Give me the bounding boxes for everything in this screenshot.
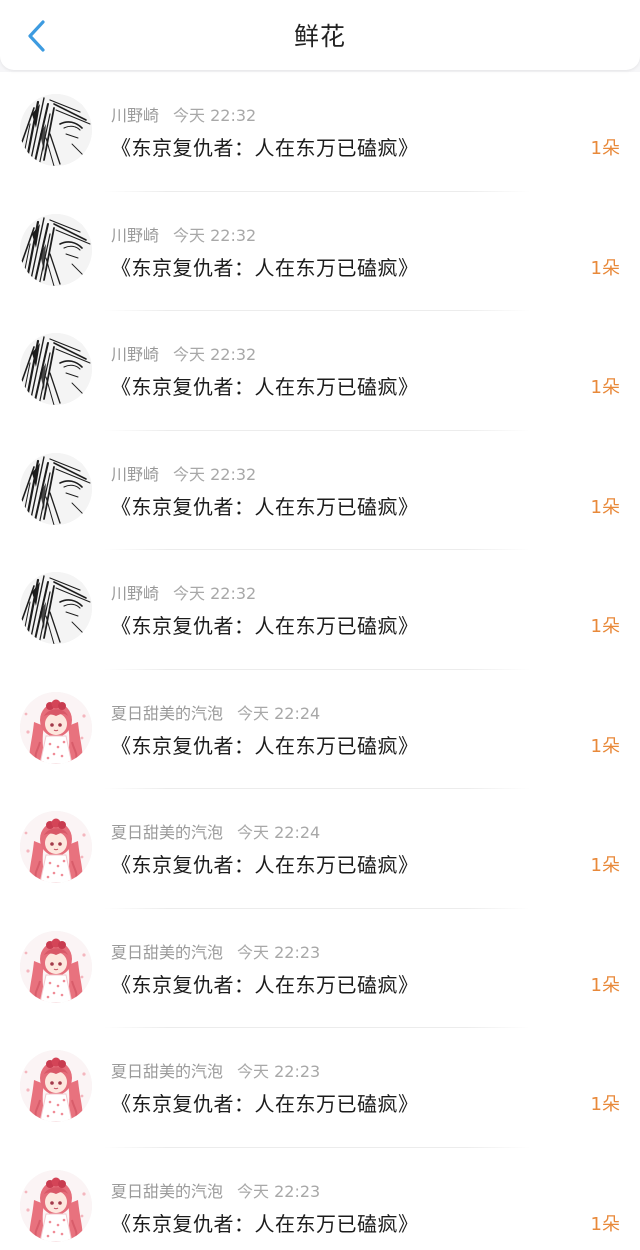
list-item[interactable]: 夏日甜美的汽泡 今天 22:23 《东京复仇者：人在东万已磕疯》 1朵: [0, 1148, 640, 1250]
username[interactable]: 夏日甜美的汽泡: [111, 1182, 223, 1201]
avatar[interactable]: [20, 213, 92, 286]
book-title[interactable]: 《东京复仇者：人在东万已磕疯》: [111, 1088, 419, 1117]
book-title[interactable]: 《东京复仇者：人在东万已磕疯》: [111, 1208, 419, 1237]
book-title[interactable]: 《东京复仇者：人在东万已磕疯》: [111, 849, 419, 878]
username[interactable]: 夏日甜美的汽泡: [111, 943, 223, 962]
list-item[interactable]: 川野崎 今天 22:32 《东京复仇者：人在东万已磕疯》 1朵: [0, 550, 640, 670]
username[interactable]: 川野崎: [111, 106, 159, 125]
anime-girl-avatar-image: [20, 691, 92, 764]
book-title[interactable]: 《东京复仇者：人在东万已磕疯》: [111, 610, 419, 639]
avatar[interactable]: [20, 1050, 92, 1122]
flower-count: 1朵: [590, 257, 620, 279]
list-item[interactable]: 川野崎 今天 22:32 《东京复仇者：人在东万已磕疯》 1朵: [0, 72, 640, 192]
book-title[interactable]: 《东京复仇者：人在东万已磕疯》: [111, 730, 419, 759]
avatar[interactable]: [20, 811, 92, 883]
list-item[interactable]: 夏日甜美的汽泡 今天 22:23 《东京复仇者：人在东万已磕疯》 1朵: [0, 1028, 640, 1148]
back-button[interactable]: [14, 14, 58, 58]
list-item[interactable]: 夏日甜美的汽泡 今天 22:24 《东京复仇者：人在东万已磕疯》 1朵: [0, 670, 640, 789]
flower-count: 1朵: [590, 1213, 620, 1235]
list-item[interactable]: 夏日甜美的汽泡 今天 22:24 《东京复仇者：人在东万已磕疯》 1朵: [0, 789, 640, 909]
list-item[interactable]: 川野崎 今天 22:32 《东京复仇者：人在东万已磕疯》 1朵: [0, 311, 640, 431]
avatar[interactable]: [20, 1169, 92, 1242]
item-meta: 川野崎 今天 22:32: [111, 461, 256, 485]
sketch-avatar-image: [20, 94, 92, 166]
item-meta: 夏日甜美的汽泡 今天 22:24: [111, 819, 320, 843]
flower-count: 1朵: [590, 1094, 620, 1115]
sketch-avatar-image: [20, 213, 92, 286]
book-title[interactable]: 《东京复仇者：人在东万已磕疯》: [111, 371, 419, 400]
chevron-left-icon: [28, 20, 45, 52]
item-meta: 夏日甜美的汽泡 今天 22:23: [111, 939, 320, 963]
timestamp: 今天 22:32: [173, 584, 257, 603]
list-item[interactable]: 夏日甜美的汽泡 今天 22:23 《东京复仇者：人在东万已磕疯》 1朵: [0, 909, 640, 1028]
item-meta: 夏日甜美的汽泡 今天 22:23: [111, 1178, 320, 1202]
timestamp: 今天 22:23: [237, 942, 321, 962]
anime-girl-avatar-image: [20, 930, 92, 1003]
username[interactable]: 川野崎: [111, 465, 159, 484]
item-meta: 夏日甜美的汽泡 今天 22:23: [111, 1058, 320, 1082]
book-title[interactable]: 《东京复仇者：人在东万已磕疯》: [111, 132, 419, 161]
item-meta: 川野崎 今天 22:32: [111, 222, 256, 246]
username[interactable]: 川野崎: [111, 226, 159, 245]
avatar[interactable]: [20, 333, 92, 405]
timestamp: 今天 22:24: [237, 703, 321, 723]
flower-record-list: 川野崎 今天 22:32 《东京复仇者：人在东万已磕疯》 1朵 川野崎 今天 2…: [0, 72, 640, 1250]
flower-count: 1朵: [590, 377, 620, 398]
flower-count: 1朵: [590, 855, 620, 876]
list-item[interactable]: 川野崎 今天 22:32 《东京复仇者：人在东万已磕疯》 1朵: [0, 431, 640, 550]
sketch-avatar-image: [20, 572, 92, 644]
book-title[interactable]: 《东京复仇者：人在东万已磕疯》: [111, 252, 419, 281]
timestamp: 今天 22:24: [237, 823, 321, 842]
timestamp: 今天 22:32: [173, 225, 257, 245]
item-meta: 川野崎 今天 22:32: [111, 580, 256, 604]
avatar[interactable]: [20, 572, 92, 644]
item-meta: 川野崎 今天 22:32: [111, 341, 256, 365]
timestamp: 今天 22:32: [173, 345, 257, 364]
book-title[interactable]: 《东京复仇者：人在东万已磕疯》: [111, 491, 419, 520]
avatar[interactable]: [20, 691, 92, 764]
anime-girl-avatar-image: [20, 1169, 92, 1242]
book-title[interactable]: 《东京复仇者：人在东万已磕疯》: [111, 969, 419, 998]
username[interactable]: 夏日甜美的汽泡: [111, 823, 223, 842]
avatar[interactable]: [20, 930, 92, 1003]
item-meta: 川野崎 今天 22:32: [111, 102, 256, 126]
username[interactable]: 夏日甜美的汽泡: [111, 1062, 223, 1081]
flower-count: 1朵: [590, 735, 620, 757]
anime-girl-avatar-image: [20, 811, 92, 883]
timestamp: 今天 22:23: [237, 1181, 321, 1201]
sketch-avatar-image: [20, 452, 92, 525]
flower-count: 1朵: [590, 496, 620, 518]
flower-page: 鲜花 川野崎 今天 22:32 《东京复仇者：人在东万已磕疯》 1朵 川野崎 今…: [0, 0, 640, 1250]
anime-girl-avatar-image: [20, 1050, 92, 1122]
flower-count: 1朵: [590, 616, 620, 637]
avatar[interactable]: [20, 452, 92, 525]
list-item[interactable]: 川野崎 今天 22:32 《东京复仇者：人在东万已磕疯》 1朵: [0, 192, 640, 311]
item-meta: 夏日甜美的汽泡 今天 22:24: [111, 700, 320, 724]
timestamp: 今天 22:23: [237, 1062, 321, 1081]
username[interactable]: 川野崎: [111, 584, 159, 603]
flower-count: 1朵: [590, 974, 620, 996]
timestamp: 今天 22:32: [173, 106, 257, 125]
username[interactable]: 川野崎: [111, 345, 159, 364]
top-nav-bar: 鲜花: [0, 0, 640, 70]
page-title: 鲜花: [293, 22, 346, 51]
username[interactable]: 夏日甜美的汽泡: [111, 704, 223, 723]
flower-count: 1朵: [590, 138, 620, 159]
avatar[interactable]: [20, 94, 92, 166]
timestamp: 今天 22:32: [173, 464, 257, 484]
sketch-avatar-image: [20, 333, 92, 405]
